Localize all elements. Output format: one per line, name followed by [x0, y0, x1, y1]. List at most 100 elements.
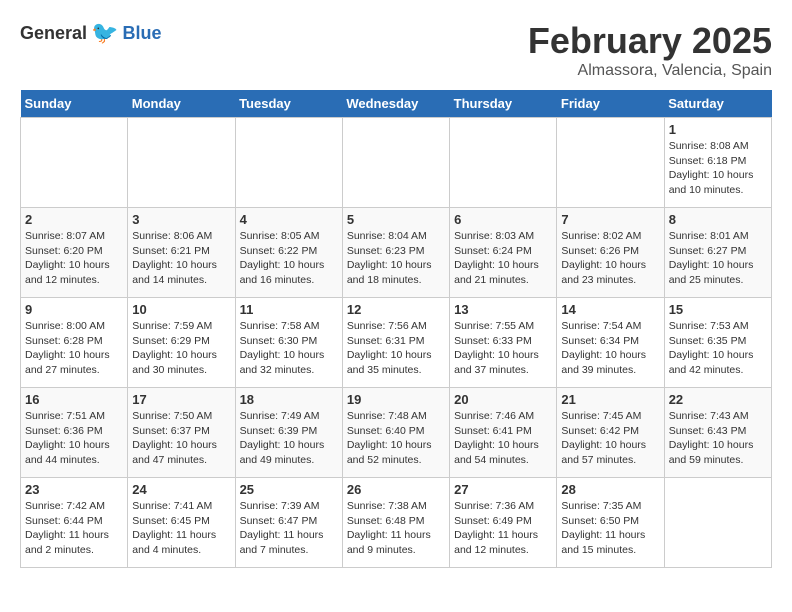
day-info: Sunrise: 7:48 AM Sunset: 6:40 PM Dayligh… — [347, 409, 445, 468]
calendar-cell: 22 Sunrise: 7:43 AM Sunset: 6:43 PM Dayli… — [664, 388, 771, 478]
calendar-cell: 14 Sunrise: 7:54 AM Sunset: 6:34 PM Dayli… — [557, 298, 664, 388]
calendar-cell: 3Sunrise: 8:06 AM Sunset: 6:21 PM Daylig… — [128, 208, 235, 298]
day-number: 22 — [669, 392, 767, 407]
day-number: 27 — [454, 482, 552, 497]
calendar-week-row: 9 Sunrise: 8:00 AM Sunset: 6:28 PM Daylig… — [21, 298, 772, 388]
day-number: 12 — [347, 302, 445, 317]
day-info: Sunrise: 8:02 AM Sunset: 6:26 PM Dayligh… — [561, 229, 659, 288]
calendar-week-row: 2 Sunrise: 8:07 AM Sunset: 6:20 PM Daylig… — [21, 208, 772, 298]
day-number: 2 — [25, 212, 123, 227]
day-number: 25 — [240, 482, 338, 497]
col-wednesday: Wednesday — [342, 90, 449, 118]
calendar-week-row: 1Sunrise: 8:08 AM Sunset: 6:18 PM Daylig… — [21, 118, 772, 208]
col-saturday: Saturday — [664, 90, 771, 118]
day-info: Sunrise: 8:05 AM Sunset: 6:22 PM Dayligh… — [240, 229, 338, 288]
calendar-cell: 11 Sunrise: 7:58 AM Sunset: 6:30 PM Dayli… — [235, 298, 342, 388]
day-info: Sunrise: 7:41 AM Sunset: 6:45 PM Dayligh… — [132, 499, 230, 558]
logo-bird-icon: 🐦 — [91, 20, 118, 46]
day-number: 10 — [132, 302, 230, 317]
day-number: 14 — [561, 302, 659, 317]
col-thursday: Thursday — [450, 90, 557, 118]
day-info: Sunrise: 7:56 AM Sunset: 6:31 PM Dayligh… — [347, 319, 445, 378]
calendar-cell: 28Sunrise: 7:35 AM Sunset: 6:50 PM Dayli… — [557, 478, 664, 568]
calendar-cell — [557, 118, 664, 208]
day-info: Sunrise: 7:55 AM Sunset: 6:33 PM Dayligh… — [454, 319, 552, 378]
day-info: Sunrise: 8:00 AM Sunset: 6:28 PM Dayligh… — [25, 319, 123, 378]
calendar-cell — [21, 118, 128, 208]
calendar-cell: 17Sunrise: 7:50 AM Sunset: 6:37 PM Dayli… — [128, 388, 235, 478]
day-number: 16 — [25, 392, 123, 407]
logo-blue: Blue — [122, 23, 161, 44]
col-monday: Monday — [128, 90, 235, 118]
day-info: Sunrise: 7:43 AM Sunset: 6:43 PM Dayligh… — [669, 409, 767, 468]
col-friday: Friday — [557, 90, 664, 118]
day-number: 24 — [132, 482, 230, 497]
calendar-cell: 10 Sunrise: 7:59 AM Sunset: 6:29 PM Dayli… — [128, 298, 235, 388]
day-number: 11 — [240, 302, 338, 317]
calendar-cell: 23Sunrise: 7:42 AM Sunset: 6:44 PM Dayli… — [21, 478, 128, 568]
day-info: Sunrise: 7:51 AM Sunset: 6:36 PM Dayligh… — [25, 409, 123, 468]
calendar-cell: 6Sunrise: 8:03 AM Sunset: 6:24 PM Daylig… — [450, 208, 557, 298]
col-tuesday: Tuesday — [235, 90, 342, 118]
day-info: Sunrise: 8:07 AM Sunset: 6:20 PM Dayligh… — [25, 229, 123, 288]
calendar-cell: 8 Sunrise: 8:01 AM Sunset: 6:27 PM Daylig… — [664, 208, 771, 298]
calendar-cell: 13 Sunrise: 7:55 AM Sunset: 6:33 PM Dayli… — [450, 298, 557, 388]
calendar-cell: 21Sunrise: 7:45 AM Sunset: 6:42 PM Dayli… — [557, 388, 664, 478]
day-number: 15 — [669, 302, 767, 317]
calendar-title: February 2025 — [528, 20, 772, 62]
calendar-week-row: 23Sunrise: 7:42 AM Sunset: 6:44 PM Dayli… — [21, 478, 772, 568]
day-info: Sunrise: 8:04 AM Sunset: 6:23 PM Dayligh… — [347, 229, 445, 288]
day-number: 7 — [561, 212, 659, 227]
day-info: Sunrise: 7:53 AM Sunset: 6:35 PM Dayligh… — [669, 319, 767, 378]
calendar-header-row: Sunday Monday Tuesday Wednesday Thursday… — [21, 90, 772, 118]
calendar-cell: 18 Sunrise: 7:49 AM Sunset: 6:39 PM Dayli… — [235, 388, 342, 478]
calendar-cell: 27 Sunrise: 7:36 AM Sunset: 6:49 PM Dayli… — [450, 478, 557, 568]
day-info: Sunrise: 7:46 AM Sunset: 6:41 PM Dayligh… — [454, 409, 552, 468]
day-number: 18 — [240, 392, 338, 407]
calendar-cell: 1Sunrise: 8:08 AM Sunset: 6:18 PM Daylig… — [664, 118, 771, 208]
day-number: 17 — [132, 392, 230, 407]
calendar-cell: 15 Sunrise: 7:53 AM Sunset: 6:35 PM Dayli… — [664, 298, 771, 388]
title-section: February 2025 Almassora, Valencia, Spain — [528, 20, 772, 80]
calendar-cell: 9 Sunrise: 8:00 AM Sunset: 6:28 PM Daylig… — [21, 298, 128, 388]
calendar-table: Sunday Monday Tuesday Wednesday Thursday… — [20, 90, 772, 568]
day-number: 13 — [454, 302, 552, 317]
calendar-cell: 26 Sunrise: 7:38 AM Sunset: 6:48 PM Dayli… — [342, 478, 449, 568]
calendar-cell: 4 Sunrise: 8:05 AM Sunset: 6:22 PM Daylig… — [235, 208, 342, 298]
calendar-cell: 5 Sunrise: 8:04 AM Sunset: 6:23 PM Daylig… — [342, 208, 449, 298]
day-number: 4 — [240, 212, 338, 227]
day-number: 8 — [669, 212, 767, 227]
day-info: Sunrise: 8:01 AM Sunset: 6:27 PM Dayligh… — [669, 229, 767, 288]
day-number: 26 — [347, 482, 445, 497]
day-number: 9 — [25, 302, 123, 317]
calendar-cell: 20Sunrise: 7:46 AM Sunset: 6:41 PM Dayli… — [450, 388, 557, 478]
calendar-cell: 25 Sunrise: 7:39 AM Sunset: 6:47 PM Dayli… — [235, 478, 342, 568]
header: General 🐦 Blue February 2025 Almassora, … — [20, 20, 772, 80]
calendar-cell: 16 Sunrise: 7:51 AM Sunset: 6:36 PM Dayli… — [21, 388, 128, 478]
day-info: Sunrise: 7:49 AM Sunset: 6:39 PM Dayligh… — [240, 409, 338, 468]
calendar-subtitle: Almassora, Valencia, Spain — [528, 62, 772, 80]
day-number: 1 — [669, 122, 767, 137]
day-info: Sunrise: 7:58 AM Sunset: 6:30 PM Dayligh… — [240, 319, 338, 378]
day-info: Sunrise: 7:59 AM Sunset: 6:29 PM Dayligh… — [132, 319, 230, 378]
day-number: 5 — [347, 212, 445, 227]
calendar-cell — [342, 118, 449, 208]
day-info: Sunrise: 7:39 AM Sunset: 6:47 PM Dayligh… — [240, 499, 338, 558]
calendar-cell — [664, 478, 771, 568]
day-info: Sunrise: 7:45 AM Sunset: 6:42 PM Dayligh… — [561, 409, 659, 468]
day-info: Sunrise: 7:35 AM Sunset: 6:50 PM Dayligh… — [561, 499, 659, 558]
day-info: Sunrise: 7:38 AM Sunset: 6:48 PM Dayligh… — [347, 499, 445, 558]
day-number: 6 — [454, 212, 552, 227]
calendar-week-row: 16 Sunrise: 7:51 AM Sunset: 6:36 PM Dayli… — [21, 388, 772, 478]
logo: General 🐦 Blue — [20, 20, 161, 46]
calendar-cell: 7 Sunrise: 8:02 AM Sunset: 6:26 PM Daylig… — [557, 208, 664, 298]
day-number: 3 — [132, 212, 230, 227]
calendar-cell — [450, 118, 557, 208]
col-sunday: Sunday — [21, 90, 128, 118]
day-number: 23 — [25, 482, 123, 497]
day-info: Sunrise: 7:54 AM Sunset: 6:34 PM Dayligh… — [561, 319, 659, 378]
logo-general: General — [20, 23, 87, 44]
day-info: Sunrise: 7:36 AM Sunset: 6:49 PM Dayligh… — [454, 499, 552, 558]
calendar-cell: 19Sunrise: 7:48 AM Sunset: 6:40 PM Dayli… — [342, 388, 449, 478]
calendar-cell: 12 Sunrise: 7:56 AM Sunset: 6:31 PM Dayli… — [342, 298, 449, 388]
